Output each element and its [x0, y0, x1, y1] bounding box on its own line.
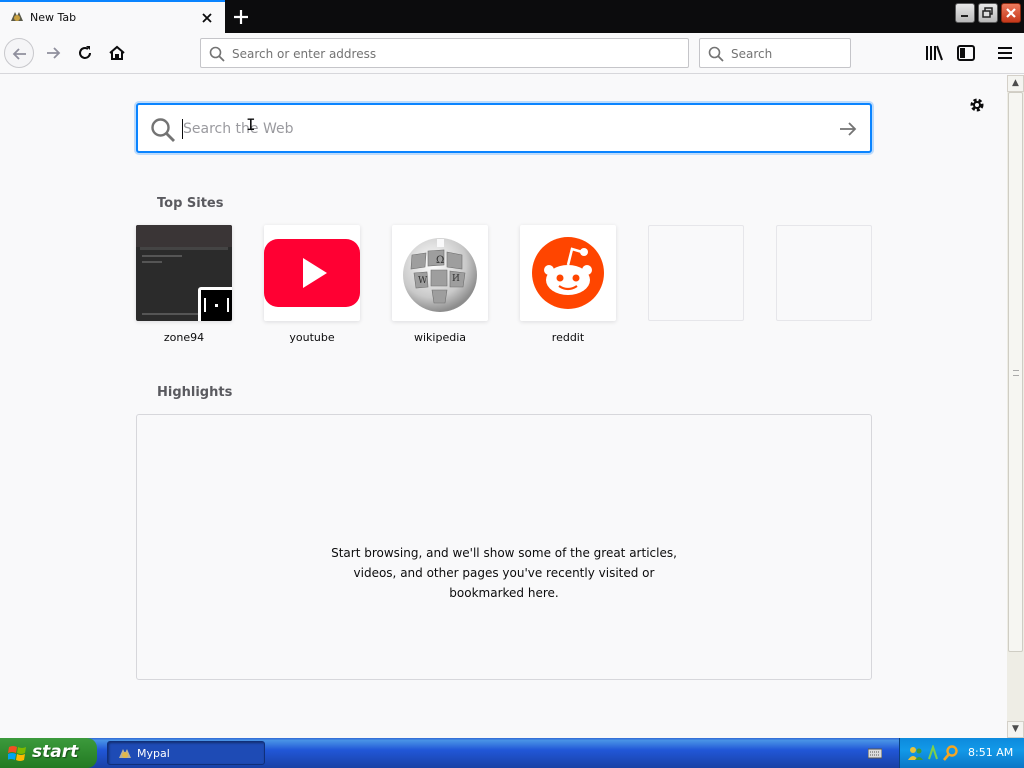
top-site-label: zone94 [163, 331, 205, 344]
close-tab-icon[interactable] [199, 10, 215, 26]
top-site-empty-slot [648, 225, 744, 321]
screenshot-header [136, 225, 232, 247]
windows-logo-icon [8, 746, 26, 761]
restore-icon [982, 7, 993, 18]
users-icon[interactable] [908, 745, 924, 761]
text-cursor-icon: I [246, 115, 256, 134]
top-sites-heading: Top Sites [157, 196, 224, 211]
address-bar[interactable]: Search or enter address [200, 38, 689, 68]
svg-text:Ω: Ω [436, 255, 444, 266]
highlights-heading: Highlights [157, 385, 233, 400]
pong-icon [204, 298, 229, 312]
keyboard-icon[interactable] [868, 746, 882, 760]
reddit-icon [532, 237, 604, 309]
wikipedia-globe-icon: Ω И W [403, 238, 477, 312]
back-arrow-icon [12, 48, 26, 60]
start-label: start [32, 742, 79, 762]
svg-text:И: И [452, 274, 460, 284]
top-site-youtube[interactable] [264, 225, 360, 321]
highlights-empty-message: Start browsing, and we'll show some of t… [331, 546, 677, 600]
screenshot-line [142, 255, 182, 257]
new-tab-page: Search the Web I Top Sites zone94 youtub… [0, 75, 1007, 738]
library-icon[interactable] [924, 43, 944, 63]
search-bar-placeholder: Search [731, 47, 773, 61]
new-tab-plus-icon[interactable] [231, 7, 251, 27]
tab-new-tab[interactable]: New Tab [0, 0, 225, 33]
scrollbar-thumb[interactable] [1008, 92, 1023, 652]
search-icon [209, 46, 225, 62]
svg-text:W: W [418, 276, 428, 286]
web-search-placeholder: Search the Web [183, 121, 294, 137]
forward-arrow-icon [47, 47, 61, 59]
system-tray: 8:51 AM [899, 738, 1024, 768]
screenshot-line [142, 313, 202, 315]
sidebar-toggle-icon[interactable] [956, 43, 976, 63]
home-icon [109, 45, 125, 60]
windows-taskbar: start Mypal 8:51 AM [0, 738, 1024, 768]
forward-button[interactable] [38, 38, 68, 68]
minimize-window-button[interactable] [955, 3, 975, 23]
youtube-icon [264, 239, 360, 307]
top-site-wikipedia[interactable]: Ω И W [392, 225, 488, 321]
vertical-scrollbar[interactable]: ▲ ▼ [1007, 75, 1024, 738]
start-button[interactable]: start [0, 738, 97, 768]
search-bar[interactable]: Search [699, 38, 851, 68]
screenshot-line [142, 261, 162, 263]
tab-title: New Tab [30, 11, 77, 24]
navigation-toolbar: Search or enter address Search [0, 33, 1024, 74]
top-site-empty-slot [776, 225, 872, 321]
mypal-app-icon [119, 749, 131, 758]
top-site-label: wikipedia [413, 331, 466, 344]
close-window-button[interactable] [1001, 3, 1021, 23]
back-button[interactable] [4, 38, 34, 68]
close-window-icon [1006, 8, 1016, 18]
zone94-pong-icon [201, 290, 232, 321]
taskbar-item-mypal[interactable]: Mypal [107, 741, 265, 765]
top-site-label: reddit [551, 331, 585, 344]
highlights-panel: Start browsing, and we'll show some of t… [136, 414, 872, 680]
search-icon [708, 46, 724, 62]
gear-icon[interactable] [968, 96, 986, 114]
top-site-zone94[interactable] [136, 225, 232, 321]
network-icon[interactable] [926, 745, 940, 761]
reload-button[interactable] [70, 38, 100, 68]
arrow-right-icon[interactable] [838, 120, 858, 138]
minimize-icon [961, 15, 968, 17]
scroll-down-arrow-icon[interactable]: ▼ [1007, 721, 1024, 738]
reload-icon [79, 46, 91, 59]
clock: 8:51 AM [968, 746, 1014, 759]
address-bar-placeholder: Search or enter address [232, 47, 377, 61]
scrollbar-grip [1013, 370, 1019, 376]
search-icon [151, 118, 175, 142]
search-tray-icon[interactable] [943, 745, 959, 761]
restore-window-button[interactable] [978, 3, 998, 23]
taskbar-item-label: Mypal [137, 747, 170, 760]
screenshot-nav [140, 247, 228, 250]
home-button[interactable] [102, 38, 132, 68]
scroll-up-arrow-icon[interactable]: ▲ [1007, 75, 1024, 92]
zone94-favicon-badge [198, 287, 232, 321]
mypal-favicon-icon [11, 12, 23, 21]
hamburger-menu-icon[interactable] [995, 43, 1015, 63]
top-site-reddit[interactable] [520, 225, 616, 321]
top-site-label: youtube [289, 331, 335, 344]
tab-strip: New Tab [0, 0, 1024, 33]
